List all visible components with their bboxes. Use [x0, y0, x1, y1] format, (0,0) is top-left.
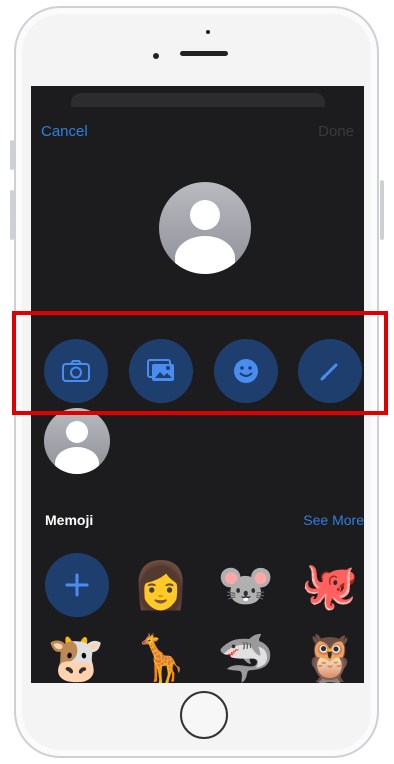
- memoji-owl[interactable]: 🦉: [298, 626, 362, 684]
- home-button[interactable]: [180, 691, 228, 739]
- add-memoji-button[interactable]: [45, 553, 109, 617]
- memoji-cow[interactable]: 🐮: [44, 626, 108, 684]
- side-button: [10, 140, 14, 170]
- avatar-body-shape: [55, 447, 99, 474]
- plus-icon: [65, 573, 89, 597]
- memoji-mouse[interactable]: 🐭: [214, 553, 278, 617]
- avatar-head-shape: [190, 200, 220, 230]
- memoji-giraffe[interactable]: 🦒: [129, 626, 193, 684]
- memoji-section-label: Memoji: [45, 512, 94, 528]
- profile-avatar-small[interactable]: [44, 408, 110, 474]
- sensor-dot: [206, 30, 210, 34]
- avatar-head-shape: [66, 421, 88, 443]
- highlight-box: [12, 311, 388, 415]
- side-button: [10, 190, 14, 240]
- earpiece-speaker: [180, 51, 228, 56]
- cancel-button[interactable]: Cancel: [41, 123, 88, 140]
- done-button[interactable]: Done: [318, 123, 354, 140]
- front-camera: [153, 53, 159, 59]
- memoji-octopus[interactable]: 🐙: [298, 553, 362, 617]
- see-more-link[interactable]: See More: [303, 512, 364, 528]
- sheet-grabber: [71, 93, 325, 107]
- memoji-girl[interactable]: 👩: [129, 553, 193, 617]
- side-button: [380, 180, 384, 240]
- profile-avatar-large[interactable]: [159, 182, 251, 274]
- avatar-body-shape: [175, 236, 235, 274]
- memoji-shark[interactable]: 🦈: [214, 626, 278, 684]
